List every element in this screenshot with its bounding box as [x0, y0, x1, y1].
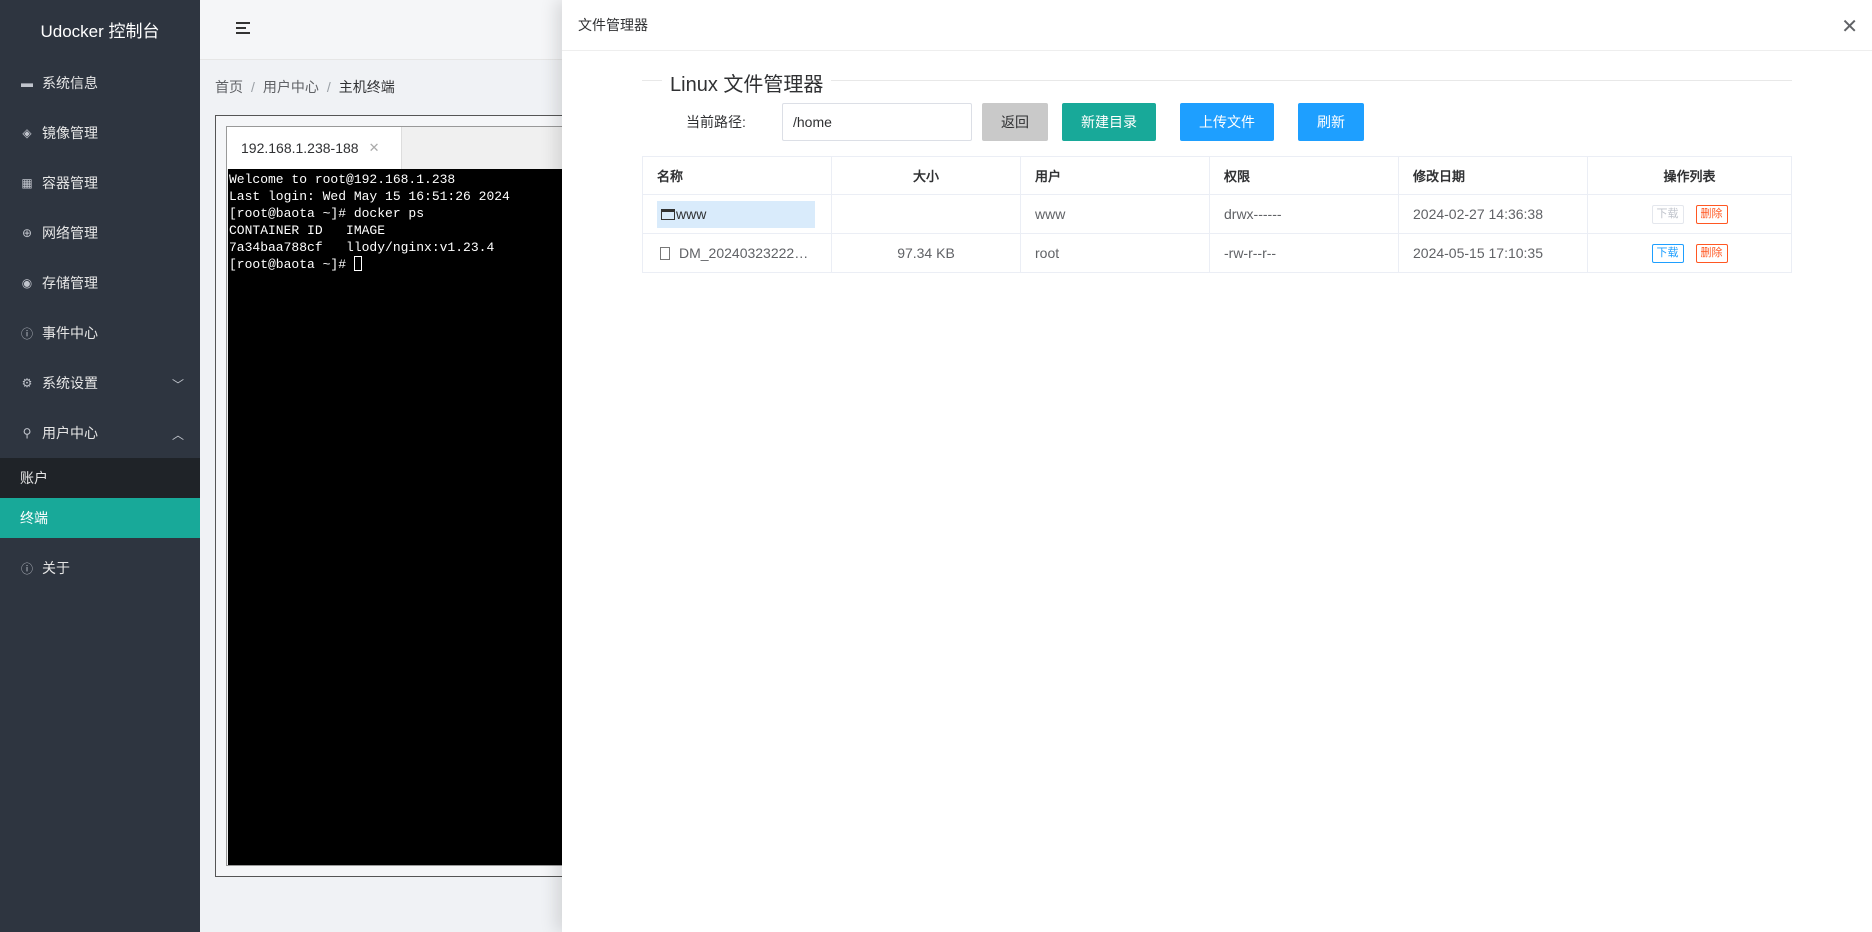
sidebar-item-containers[interactable]: ▦ 容器管理	[0, 158, 200, 208]
sidebar-item-label: 用户中心	[42, 425, 98, 441]
terminal-tab[interactable]: 192.168.1.238-188 ✕	[227, 127, 402, 169]
file-actions: 下载 删除	[1587, 194, 1792, 234]
sidebar-item-label: 关于	[42, 560, 70, 576]
file-icon	[660, 246, 670, 260]
chevron-down-icon: ﹀	[171, 378, 184, 392]
sidebar-item-label: 存储管理	[42, 275, 98, 291]
file-name-cell[interactable]: www	[642, 194, 832, 234]
column-header-name: 名称	[642, 156, 832, 195]
column-header-actions: 操作列表	[1587, 156, 1792, 195]
sidebar-item-label: 系统信息	[42, 75, 98, 91]
file-actions: 下载 删除	[1587, 233, 1792, 273]
terminal-prompt: [root@baota ~]#	[229, 257, 354, 272]
terminal-screen[interactable]: Welcome to root@192.168.1.238 Last login:…	[228, 169, 593, 865]
terminal-line: Last login: Wed May 15 16:51:26 2024	[229, 189, 510, 204]
folder-icon	[661, 208, 675, 220]
terminal-container: 192.168.1.238-188 ✕ Welcome to root@192.…	[226, 126, 594, 866]
terminal-line: Welcome to root@192.168.1.238	[229, 172, 456, 187]
sidebar-item-system-info[interactable]: ▬ 系统信息	[0, 58, 200, 108]
info-icon: ⓘ	[20, 561, 33, 576]
table-header-row: 名称 大小 用户 权限 修改日期 操作列表	[642, 156, 1792, 195]
sidebar-item-label: 系统设置	[42, 375, 98, 391]
file-user: root	[1020, 233, 1210, 273]
current-path-label: 当前路径:	[686, 114, 746, 130]
sidebar-item-storage[interactable]: ◉ 存储管理	[0, 258, 200, 308]
file-modified-date: 2024-02-27 14:36:38	[1398, 194, 1588, 234]
globe-icon: ⊕	[21, 226, 33, 240]
sidebar-item-label: 镜像管理	[42, 125, 98, 141]
upload-file-button[interactable]: 上传文件	[1180, 103, 1274, 141]
file-manager-heading: Linux 文件管理器	[642, 68, 1792, 97]
delete-button[interactable]: 删除	[1695, 244, 1728, 263]
terminal-line: CONTAINER ID IMAGE	[229, 223, 386, 238]
file-name: DM_20240323222…	[679, 245, 809, 261]
terminal-tab-label: 192.168.1.238-188	[241, 140, 359, 156]
sidebar-item-images[interactable]: ◈ 镜像管理	[0, 108, 200, 158]
back-button[interactable]: 返回	[982, 103, 1048, 141]
new-directory-button[interactable]: 新建目录	[1062, 103, 1156, 141]
sidebar-item-label: 容器管理	[42, 175, 98, 191]
file-manager: Linux 文件管理器 当前路径: /home 返回 新建目录 上传文件 刷新 …	[642, 68, 1792, 273]
close-icon[interactable]: ✕	[1841, 14, 1858, 39]
sidebar-item-user-center[interactable]: ⚲ 用户中心 ︿	[0, 408, 200, 458]
download-button[interactable]: 下载	[1651, 244, 1684, 263]
file-size: 97.34 KB	[831, 233, 1021, 273]
user-center-submenu: 账户 终端	[0, 458, 200, 538]
current-path-input[interactable]: /home	[782, 103, 972, 141]
sidebar-item-events[interactable]: ⓘ 事件中心	[0, 308, 200, 358]
app-title: Udocker 控制台	[40, 21, 160, 41]
sidebar-item-settings[interactable]: ⚙ 系统设置 ﹀	[0, 358, 200, 408]
sidebar-item-label: 网络管理	[42, 225, 98, 241]
storage-icon: ◉	[21, 276, 33, 290]
terminal-line: [root@baota ~]# docker ps	[229, 206, 425, 221]
menu-toggle-icon[interactable]	[236, 22, 250, 36]
terminal-cursor	[353, 256, 362, 271]
terminal-line: 7a34baa788cf llody/nginx:v1.23.4	[229, 240, 495, 255]
file-permission: -rw-r--r--	[1209, 233, 1399, 273]
file-user: www	[1020, 194, 1210, 234]
grid-icon: ▦	[21, 176, 33, 190]
file-permission: drwx------	[1209, 194, 1399, 234]
file-name: www	[676, 206, 707, 222]
drawer-title: 文件管理器	[562, 0, 1872, 51]
sidebar-item-network[interactable]: ⊕ 网络管理	[0, 208, 200, 258]
terminal-panel: 192.168.1.238-188 ✕ Welcome to root@192.…	[215, 115, 595, 877]
sidebar: Udocker 控制台 ▬ 系统信息 ◈ 镜像管理 ▦ 容器管理 ⊕ 网络管理 …	[0, 0, 200, 932]
column-header-size: 大小	[831, 156, 1021, 195]
file-size	[831, 194, 1021, 234]
download-button: 下载	[1651, 205, 1684, 224]
sidebar-item-about[interactable]: ⓘ 关于	[0, 543, 200, 593]
breadcrumb-user-center[interactable]: 用户中心	[263, 79, 319, 95]
file-modified-date: 2024-05-15 17:10:35	[1398, 233, 1588, 273]
path-toolbar: 当前路径: /home 返回 新建目录 上传文件 刷新	[642, 103, 1364, 141]
info-icon: ⓘ	[20, 326, 33, 341]
column-header-permission: 权限	[1209, 156, 1399, 195]
file-manager-drawer: 文件管理器 ✕ Linux 文件管理器 当前路径: /home 返回 新建目录 …	[562, 0, 1872, 932]
close-icon[interactable]: ✕	[369, 140, 380, 156]
layers-icon: ◈	[22, 126, 32, 140]
breadcrumb-home[interactable]: 首页	[215, 79, 243, 95]
gear-icon: ⚙	[21, 376, 33, 390]
column-header-user: 用户	[1020, 156, 1210, 195]
breadcrumb-current: 主机终端	[338, 79, 395, 95]
delete-button[interactable]: 删除	[1695, 205, 1728, 224]
column-header-modified: 修改日期	[1398, 156, 1588, 195]
file-manager-title: Linux 文件管理器	[662, 68, 832, 97]
breadcrumb: 首页 / 用户中心 / 主机终端	[215, 79, 395, 95]
sidebar-item-label: 事件中心	[42, 325, 98, 341]
file-name-selected[interactable]: www	[657, 200, 815, 228]
monitor-icon: ▬	[21, 76, 33, 90]
file-name-cell[interactable]: DM_20240323222…	[642, 233, 832, 273]
sidebar-item-account[interactable]: 账户	[0, 458, 200, 498]
user-icon: ⚲	[22, 426, 32, 440]
table-row[interactable]: www www drwx------ 2024-02-27 14:36:38 下…	[642, 194, 1792, 234]
table-row[interactable]: DM_20240323222… 97.34 KB root -rw-r--r--…	[642, 233, 1792, 273]
file-table: 名称 大小 用户 权限 修改日期 操作列表 www www drwx------…	[642, 156, 1792, 273]
sidebar-item-terminal[interactable]: 终端	[0, 498, 200, 538]
chevron-up-icon: ︿	[171, 428, 184, 442]
refresh-button[interactable]: 刷新	[1298, 103, 1364, 141]
